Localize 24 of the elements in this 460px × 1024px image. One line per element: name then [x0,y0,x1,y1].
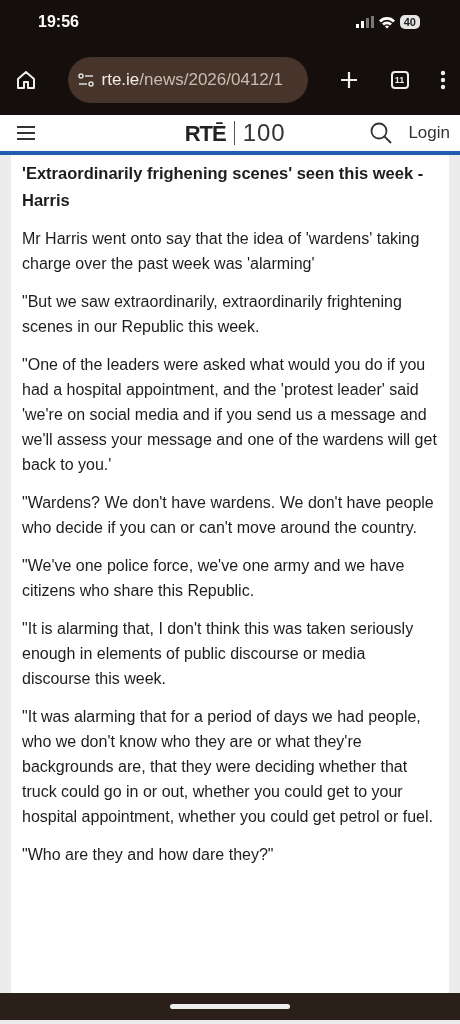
wifi-icon [377,15,396,29]
site-settings-icon[interactable] [77,72,94,87]
home-icon[interactable] [16,69,36,90]
article-paragraph: "Wardens? We don't have wardens. We don't have people who decide if you can or can't move around the country. [22,493,435,538]
login-link[interactable]: Login [408,120,450,146]
article-paragraph: "We've one police force, we've one army and we have citizens who share this Republic. [22,556,406,601]
battery-indicator: 40 [399,15,420,29]
article-paragraph: "One of the leaders were asked what would you do if you had a hospital appointment, and the 'protest leader' said 'we're on social media and if you send us a message and we'll assess your message and one of the wardens will get back to you.' [22,355,438,475]
article-paragraph: Mr Harris went onto say that the idea of 'wardens' taking charge over the past week was 'alarming' [22,229,421,274]
article-paragraph: "It was alarming that for a period of days we had people, who we don't know who they are or what they're backgrounds are, that they were deciding whether that truck could go in or out, whether you could get to your hospital appointment, whether you could get petrol or fuel. [22,707,434,827]
tab-switcher-button[interactable]: 11 [390,70,409,89]
logo-suffix: 100 [242,118,286,148]
new-tab-icon[interactable] [339,69,359,90]
search-icon[interactable] [370,122,393,144]
more-options-icon[interactable] [440,69,446,90]
article-paragraph: "Who are they and how dare they?" [22,845,275,865]
status-time: 19:56 [38,12,79,32]
article-paragraph: "But we saw extraordinarily, extraordinarily frightening scenes in our Republic this week. [22,292,403,337]
site-logo[interactable]: RTĒ [184,116,226,150]
article-subheading: 'Extraordinarily frighening scenes' seen this week - Harris [22,163,425,211]
article-paragraph: "It is alarming that, I don't think this was taken seriously enough in elements of public discourse or media discourse this week. [22,619,415,689]
signal-icon [355,16,374,28]
address-bar[interactable]: rte.ie/news/2026/0412/1 [67,56,308,103]
menu-icon[interactable] [16,125,36,141]
